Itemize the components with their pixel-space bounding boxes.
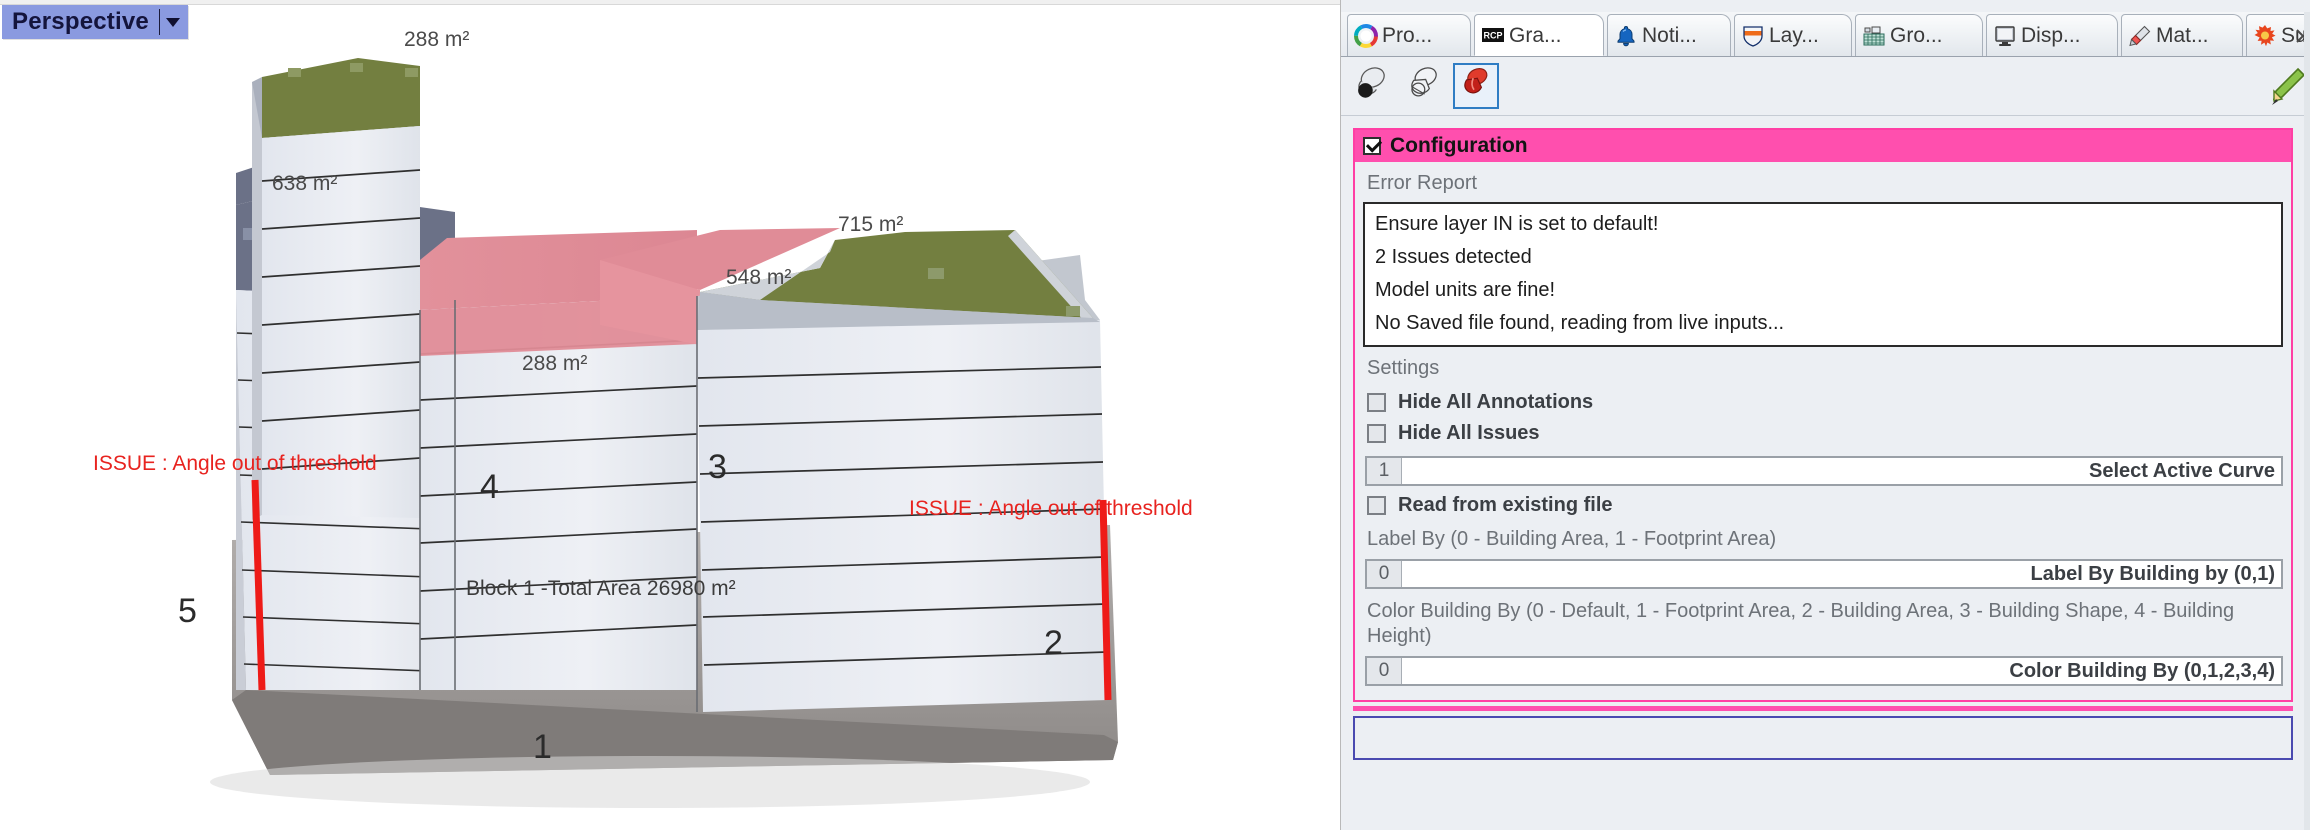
hide-all-issues-label: Hide All Issues	[1398, 422, 1540, 444]
select-active-curve-label: Select Active Curve	[1402, 458, 2281, 484]
rhino-viewport[interactable]: Perspective 288 m² 638 m² 715 m² 548 m² …	[0, 0, 1341, 830]
hide-all-issues-row[interactable]: Hide All Issues	[1363, 418, 2283, 449]
viewport-title-label: Perspective	[12, 8, 149, 35]
tab-properties[interactable]: Pro...	[1347, 14, 1471, 56]
hide-all-annotations-checkbox[interactable]	[1367, 393, 1386, 412]
error-line: No Saved file found, reading from live i…	[1375, 312, 1785, 334]
tab-materials[interactable]: Mat...	[2121, 14, 2243, 56]
configuration-bottom-strip	[1353, 706, 2293, 711]
bell-icon	[1614, 24, 1638, 48]
tab-display[interactable]: Disp...	[1986, 14, 2118, 56]
settings-label: Settings	[1367, 357, 1440, 379]
color-wheel-icon	[1354, 23, 1378, 48]
tab-ground-plane[interactable]: Gro...	[1855, 14, 1983, 56]
configuration-body: Error Report Ensure layer IN is set to d…	[1355, 162, 2291, 700]
properties-panel: Pro... RCP Gra... Noti... Lay... Gro... …	[1341, 0, 2310, 830]
tab-label: Gro...	[1890, 24, 1943, 47]
tab-label: Noti...	[1642, 24, 1697, 47]
label-by-building-row[interactable]: 0 Label By Building by (0,1)	[1365, 559, 2283, 589]
rcp-icon: RCP	[1481, 23, 1505, 47]
tab-label: Lay...	[1769, 24, 1819, 47]
configuration-header[interactable]: Configuration	[1355, 130, 2291, 162]
tab-label: Disp...	[2021, 24, 2081, 47]
render-wireframe-icon[interactable]	[1401, 63, 1447, 109]
tab-layers[interactable]: Lay...	[1734, 14, 1852, 56]
viewport-title-divider	[158, 9, 160, 35]
color-building-by-row[interactable]: 0 Color Building By (0,1,2,3,4)	[1365, 656, 2283, 686]
panel-tab-bar: Pro... RCP Gra... Noti... Lay... Gro... …	[1341, 12, 2310, 57]
color-building-by-value[interactable]: 0	[1367, 658, 1402, 684]
application-window: Perspective 288 m² 638 m² 715 m² 548 m² …	[0, 0, 2310, 830]
hide-all-annotations-row[interactable]: Hide All Annotations	[1363, 387, 2283, 418]
select-active-curve-value[interactable]: 1	[1367, 458, 1402, 484]
error-report-label: Error Report	[1367, 172, 1478, 194]
sun-icon	[2253, 24, 2277, 48]
read-from-existing-file-row[interactable]: Read from existing file	[1363, 490, 2283, 521]
building-tower	[252, 58, 421, 520]
tab-notifications[interactable]: Noti...	[1607, 14, 1731, 56]
hide-all-issues-checkbox[interactable]	[1367, 424, 1386, 443]
hide-all-annotations-label: Hide All Annotations	[1398, 391, 1594, 413]
svg-text:RCP: RCP	[1483, 31, 1502, 41]
label-by-building-value[interactable]: 0	[1367, 561, 1402, 587]
render-red-icon[interactable]	[1453, 63, 1499, 109]
building-massing-model	[210, 58, 1118, 808]
error-line: Model units are fine!	[1375, 279, 1556, 301]
tab-label: Mat...	[2156, 24, 2209, 47]
tab-grasshopper[interactable]: RCP Gra...	[1474, 14, 1604, 56]
read-from-existing-file-checkbox[interactable]	[1367, 496, 1386, 515]
select-active-curve-row[interactable]: 1 Select Active Curve	[1365, 456, 2283, 486]
label-by-caption: Label By (0 - Building Area, 1 - Footpri…	[1367, 528, 1777, 550]
monitor-icon	[1993, 24, 2017, 48]
error-line: 2 Issues detected	[1375, 246, 1532, 268]
panel-scrollbar[interactable]	[2304, 12, 2310, 830]
layers-shield-icon	[1741, 24, 1765, 48]
label-by-building-label: Label By Building by (0,1)	[1402, 561, 2281, 587]
configuration-title: Configuration	[1390, 134, 1528, 157]
configuration-group: Configuration Error Report Ensure layer …	[1353, 128, 2293, 702]
color-building-by-label: Color Building By (0,1,2,3,4)	[1402, 658, 2281, 684]
configuration-enabled-checkbox[interactable]	[1363, 137, 1381, 155]
render-preview-icon[interactable]	[1349, 63, 1395, 109]
panel-toolbar	[1341, 57, 2310, 116]
error-line: Ensure layer IN is set to default!	[1375, 213, 1659, 235]
error-report-box: Ensure layer IN is set to default! 2 Iss…	[1363, 202, 2283, 347]
pencil-icon[interactable]	[2264, 65, 2308, 109]
paintbrush-icon	[2128, 24, 2152, 48]
viewport-title-tab[interactable]: Perspective	[2, 5, 188, 39]
caret-down-icon[interactable]	[165, 17, 180, 27]
lower-group-panel[interactable]	[1353, 716, 2293, 760]
read-from-existing-file-label: Read from existing file	[1398, 494, 1613, 516]
color-building-caption: Color Building By (0 - Default, 1 - Foot…	[1367, 600, 2235, 647]
ground-plane-icon	[1862, 24, 1886, 48]
tab-label: Pro...	[1382, 24, 1433, 47]
tab-label: Gra...	[1509, 23, 1562, 47]
